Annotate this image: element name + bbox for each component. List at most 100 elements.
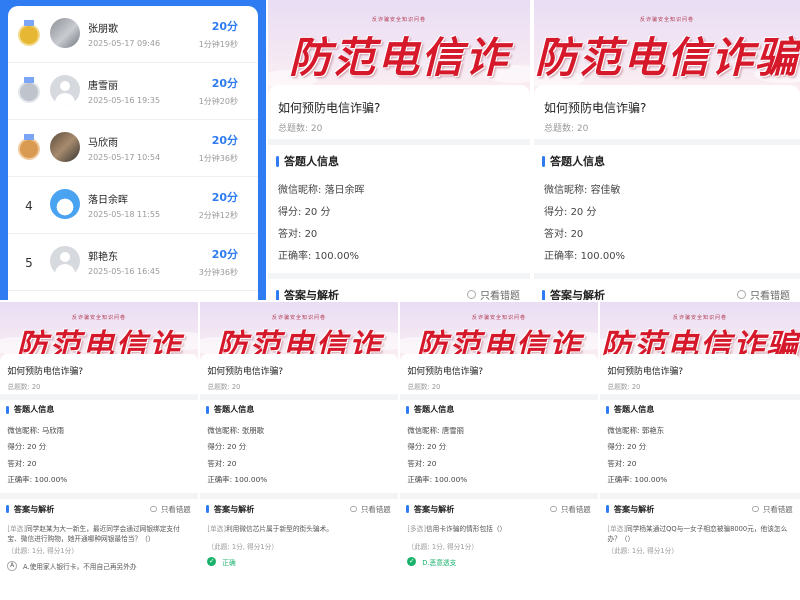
- user-score: 20分: [211, 191, 238, 204]
- question-text: [单选]同学赵某为大一新生，最近同学会通过网银绑定支付宝、微信进行购物，她开通哪…: [7, 525, 180, 544]
- question-meta: （此题: 1分, 得分1分）: [7, 546, 79, 555]
- question-count: 总题数: 20: [278, 124, 323, 134]
- rate-line: 正确率: 100.00%: [278, 251, 360, 262]
- question-count: 总题数: 20: [7, 382, 41, 391]
- info-heading: 答题人信息: [405, 404, 454, 415]
- user-name: 落日余晖: [88, 195, 128, 206]
- user-name: 张朋歌: [88, 24, 118, 35]
- medal-icon: [20, 77, 38, 101]
- radio-icon: [350, 505, 358, 513]
- result-sheet: 如何预防电信诈骗? 总题数: 20 答题人信息 微信昵称: 马欣雨 得分: 20…: [0, 354, 198, 600]
- result-sheet: 如何预防电信诈骗? 总题数: 20 答题人信息 微信昵称: 唐雪丽 得分: 20…: [400, 354, 598, 600]
- score-line: 得分: 20 分: [278, 207, 331, 218]
- ranking-list: 张朋歌 2025-05-17 09:46 20分 1分钟19秒 唐雪丽 2025…: [8, 6, 258, 300]
- banner: 反诈骗安全知识问卷 防范电信诈骗: [0, 302, 198, 362]
- question-meta: （此题: 1分, 得分1分）: [407, 542, 479, 551]
- correct-line: 答对: 20: [544, 229, 584, 240]
- radio-icon: [150, 505, 158, 513]
- banner: 反诈骗安全知识问卷 防范电信诈骗: [400, 302, 598, 362]
- question-count: 总题数: 20: [544, 124, 589, 134]
- banner-subtitle: 反诈骗安全知识问卷: [371, 17, 426, 23]
- correct-line: 答对: 20: [407, 458, 437, 468]
- avatar: [50, 132, 80, 162]
- rank-number: 4: [25, 199, 33, 213]
- correct-line: 答对: 20: [607, 458, 637, 468]
- quiz-title: 如何预防电信诈骗?: [7, 367, 84, 378]
- banner: 反诈骗安全知识问卷 防范电信诈骗: [534, 0, 800, 95]
- only-wrong-toggle[interactable]: 只看错题: [752, 504, 793, 515]
- nickname-line: 微信昵称: 落日余晖: [278, 185, 365, 196]
- rate-line: 正确率: 100.00%: [7, 474, 68, 484]
- quiz-result-card: 反诈骗安全知识问卷 防范电信诈骗 如何预防电信诈骗? 总题数: 20 答题人信息…: [600, 302, 800, 600]
- ranking-row[interactable]: 唐雪丽 2025-05-16 19:35 20分 1分钟20秒: [8, 63, 258, 120]
- user-name: 郭艳东: [88, 252, 118, 263]
- user-score: 20分: [211, 248, 238, 261]
- quiz-title: 如何预防电信诈骗?: [278, 101, 381, 115]
- user-score: 20分: [211, 20, 238, 33]
- nickname-line: 微信昵称: 容佳敏: [544, 185, 621, 196]
- banner-subtitle: 反诈骗安全知识问卷: [639, 17, 694, 23]
- result-sheet: 如何预防电信诈骗? 总题数: 20 答题人信息 微信昵称: 容佳敏 得分: 20…: [534, 85, 800, 300]
- answer-correct: ✓ 正确: [207, 557, 236, 567]
- radio-icon: [550, 505, 558, 513]
- question-text: [单选]利用微信芯片属于新型的街头骗术。: [207, 525, 333, 534]
- avatar: [50, 246, 80, 276]
- quiz-result-card: 反诈骗安全知识问卷 防范电信诈骗 如何预防电信诈骗? 总题数: 20 答题人信息…: [534, 0, 800, 300]
- answer-option[interactable]: A A.使用家人银行卡，不用自己再另外办: [7, 561, 137, 571]
- check-icon: ✓: [407, 557, 417, 567]
- quiz-title: 如何预防电信诈骗?: [207, 367, 284, 378]
- question-count: 总题数: 20: [407, 382, 441, 391]
- user-duration: 1分钟19秒: [198, 40, 238, 49]
- info-heading: 答题人信息: [542, 153, 605, 169]
- only-wrong-toggle[interactable]: 只看错题: [737, 287, 790, 300]
- info-heading: 答题人信息: [605, 404, 654, 415]
- medal-icon: [20, 134, 38, 158]
- ranking-row[interactable]: 马欣雨 2025-05-17 10:54 20分 1分钟36秒: [8, 120, 258, 177]
- correct-line: 答对: 20: [7, 458, 37, 468]
- answer-heading: 答案与解析: [276, 287, 339, 300]
- answer-heading: 答案与解析: [605, 504, 654, 515]
- rate-line: 正确率: 100.00%: [407, 474, 468, 484]
- nickname-line: 微信昵称: 马欣雨: [7, 426, 64, 435]
- banner-title: 防范电信诈骗: [534, 33, 799, 82]
- question-meta: （此题: 1分, 得分1分）: [607, 546, 679, 555]
- option-key: A: [7, 561, 17, 571]
- ranking-row[interactable]: 张朋歌 2025-05-17 09:46 20分 1分钟19秒: [8, 6, 258, 63]
- info-heading: 答题人信息: [205, 404, 254, 415]
- score-line: 得分: 20 分: [7, 442, 47, 452]
- correct-line: 答对: 20: [278, 229, 318, 240]
- only-wrong-toggle[interactable]: 只看错题: [350, 504, 391, 515]
- question-count: 总题数: 20: [607, 382, 641, 391]
- question-text: [单选]同学杨某通过QQ与一女子相恋被骗8000元，他该怎么办？（）: [607, 525, 788, 544]
- rank-number: 5: [25, 256, 33, 270]
- avatar: [50, 18, 80, 48]
- quiz-result-card: 反诈骗安全知识问卷 防范电信诈骗 如何预防电信诈骗? 总题数: 20 答题人信息…: [200, 302, 398, 600]
- submit-time: 2025-05-16 19:35: [88, 96, 161, 105]
- only-wrong-toggle[interactable]: 只看错题: [150, 504, 191, 515]
- quiz-title: 如何预防电信诈骗?: [607, 367, 684, 378]
- only-wrong-toggle[interactable]: 只看错题: [550, 504, 591, 515]
- rate-line: 正确率: 100.00%: [207, 474, 268, 484]
- quiz-title: 如何预防电信诈骗?: [544, 101, 647, 115]
- submit-time: 2025-05-16 16:45: [88, 267, 161, 276]
- only-wrong-toggle[interactable]: 只看错题: [467, 287, 520, 300]
- correct-line: 答对: 20: [207, 458, 237, 468]
- medal-icon: [20, 20, 38, 44]
- quiz-result-card: 反诈骗安全知识问卷 防范电信诈骗 如何预防电信诈骗? 总题数: 20 答题人信息…: [400, 302, 598, 600]
- answer-heading: 答案与解析: [5, 504, 54, 515]
- quiz-result-card: 反诈骗安全知识问卷 防范电信诈骗 如何预防电信诈骗? 总题数: 20 答题人信息…: [268, 0, 530, 300]
- nickname-line: 微信昵称: 郭艳东: [607, 426, 664, 435]
- ranking-row[interactable]: 5 郭艳东 2025-05-16 16:45 20分 3分钟36秒: [8, 234, 258, 291]
- ranking-row[interactable]: 4 落日余晖 2025-05-18 11:55 20分 2分钟12秒: [8, 177, 258, 234]
- question-text: [多选]信用卡诈骗的情形包括（）: [407, 525, 507, 534]
- score-line: 得分: 20 分: [544, 207, 597, 218]
- user-duration: 2分钟12秒: [198, 211, 238, 220]
- answer-correct: ✓ D.恶意透支: [407, 557, 457, 567]
- answer-heading: 答案与解析: [405, 504, 454, 515]
- quiz-result-card: 反诈骗安全知识问卷 防范电信诈骗 如何预防电信诈骗? 总题数: 20 答题人信息…: [0, 302, 198, 600]
- user-name: 唐雪丽: [88, 81, 118, 92]
- user-score: 20分: [211, 77, 238, 90]
- user-score: 20分: [211, 134, 238, 147]
- radio-icon: [752, 505, 760, 513]
- submit-time: 2025-05-17 10:54: [88, 153, 161, 162]
